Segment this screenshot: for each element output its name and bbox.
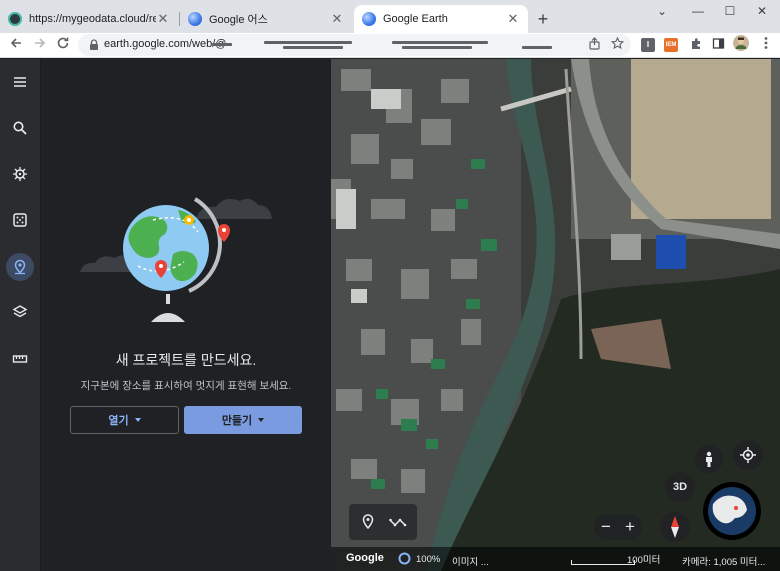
forward-icon[interactable] [30,35,50,55]
zoom-controls: − + [594,514,642,540]
close-window-button[interactable]: ✕ [744,0,780,24]
bookmark-star-icon[interactable] [608,35,626,53]
browser-toolbar: earth.google.com/web/@ I IEM [0,33,780,58]
projects-panel: 새 프로젝트를 만드세요. 지구본에 장소를 표시하여 멋지게 표현해 보세요.… [41,59,331,571]
open-button-label: 열기 [108,415,129,427]
draw-path-icon[interactable] [383,517,413,527]
satellite-map-view[interactable]: 3D − + Google 100% 이미지 ... 100미터 카메라: 1,… [331,59,780,571]
back-icon[interactable] [6,35,26,55]
tab-mygeodata[interactable]: https://mygeodata.cloud/result ✕ [0,5,178,33]
create-project-button[interactable]: 만들기 [184,406,302,434]
redacted-mark [392,41,488,44]
redacted-mark [212,43,232,46]
measure-ruler-icon[interactable] [6,345,34,373]
tab-close-icon[interactable]: ✕ [330,12,344,26]
globe-illustration-icon [80,197,272,322]
mygeodata-favicon-icon [8,12,22,26]
loading-ring-icon [398,552,411,565]
browser-window: https://mygeodata.cloud/result ✕ Google … [0,0,780,571]
url-text: earth.google.com/web/@ [104,38,227,50]
reload-icon[interactable] [53,35,73,55]
redacted-mark [402,46,472,49]
toggle-3d-button[interactable]: 3D [665,472,695,502]
google-earth-favicon-icon [188,12,202,26]
redacted-mark [264,41,352,44]
search-icon[interactable] [6,114,34,142]
side-panel-icon[interactable] [708,35,728,55]
mini-globe-icon[interactable] [703,482,761,540]
panel-subtext: 지구본에 장소를 표시하여 멋지게 표현해 보세요. [80,380,292,392]
profile-avatar[interactable] [731,35,751,55]
caret-down-icon [134,418,141,422]
browser-menu-icon[interactable] [756,35,776,55]
tab-title: Google 어스 [209,14,268,26]
scale-bar [571,560,635,565]
voyager-helm-icon[interactable] [6,160,34,188]
lock-icon [90,39,98,50]
google-logo: Google [346,552,384,564]
minimize-button[interactable]: — [680,0,716,24]
scale-label: 100미터 [627,555,661,566]
drawing-tools [349,504,417,540]
caret-down-icon [258,418,265,422]
extension-i-icon[interactable]: I [641,38,655,52]
maximize-button[interactable]: ☐ [712,0,748,24]
tab-search-dropdown-icon[interactable]: ⌄ [644,0,680,24]
address-bar[interactable]: earth.google.com/web/@ [78,34,631,56]
map-status-bar: Google 100% 이미지 ... 100미터 카메라: 1,005 미터.… [331,547,780,571]
tab-google-earth-ko[interactable]: Google 어스 ✕ [180,5,352,33]
map-style-layers-icon[interactable] [6,298,34,326]
compass-icon[interactable] [660,512,690,542]
earth-nav-rail [0,59,41,571]
street-view-pegman-icon[interactable] [695,445,723,473]
share-icon[interactable] [585,35,603,53]
zoom-in-button[interactable]: + [618,517,642,537]
feeling-lucky-dice-icon[interactable] [6,206,34,234]
image-credit[interactable]: 이미지 ... [452,554,489,568]
tab-title: https://mygeodata.cloud/result [29,13,156,25]
redacted-mark [522,46,552,49]
google-earth-favicon-icon [362,12,376,26]
load-percent: 100% [416,554,441,565]
zoom-out-button[interactable]: − [594,517,618,537]
open-project-button[interactable]: 열기 [70,406,179,434]
menu-icon[interactable] [6,68,34,96]
my-location-icon[interactable] [733,440,763,470]
tab-close-icon[interactable]: ✕ [506,12,520,26]
extensions-puzzle-icon[interactable] [686,35,706,55]
projects-pin-icon[interactable] [6,253,34,281]
extension-iem-icon[interactable]: IEM [664,38,678,52]
add-placemark-icon[interactable] [353,514,383,530]
tab-strip: https://mygeodata.cloud/result ✕ Google … [0,0,780,33]
tab-title: Google Earth [383,13,448,25]
new-tab-button[interactable]: + [533,9,553,29]
tab-google-earth-active[interactable]: Google Earth ✕ [354,5,528,33]
redacted-mark [283,46,343,49]
tab-close-icon[interactable]: ✕ [156,12,170,26]
panel-heading: 새 프로젝트를 만드세요. [115,352,257,368]
camera-altitude: 카메라: 1,005 미터... [682,557,766,568]
create-button-label: 만들기 [221,415,253,427]
